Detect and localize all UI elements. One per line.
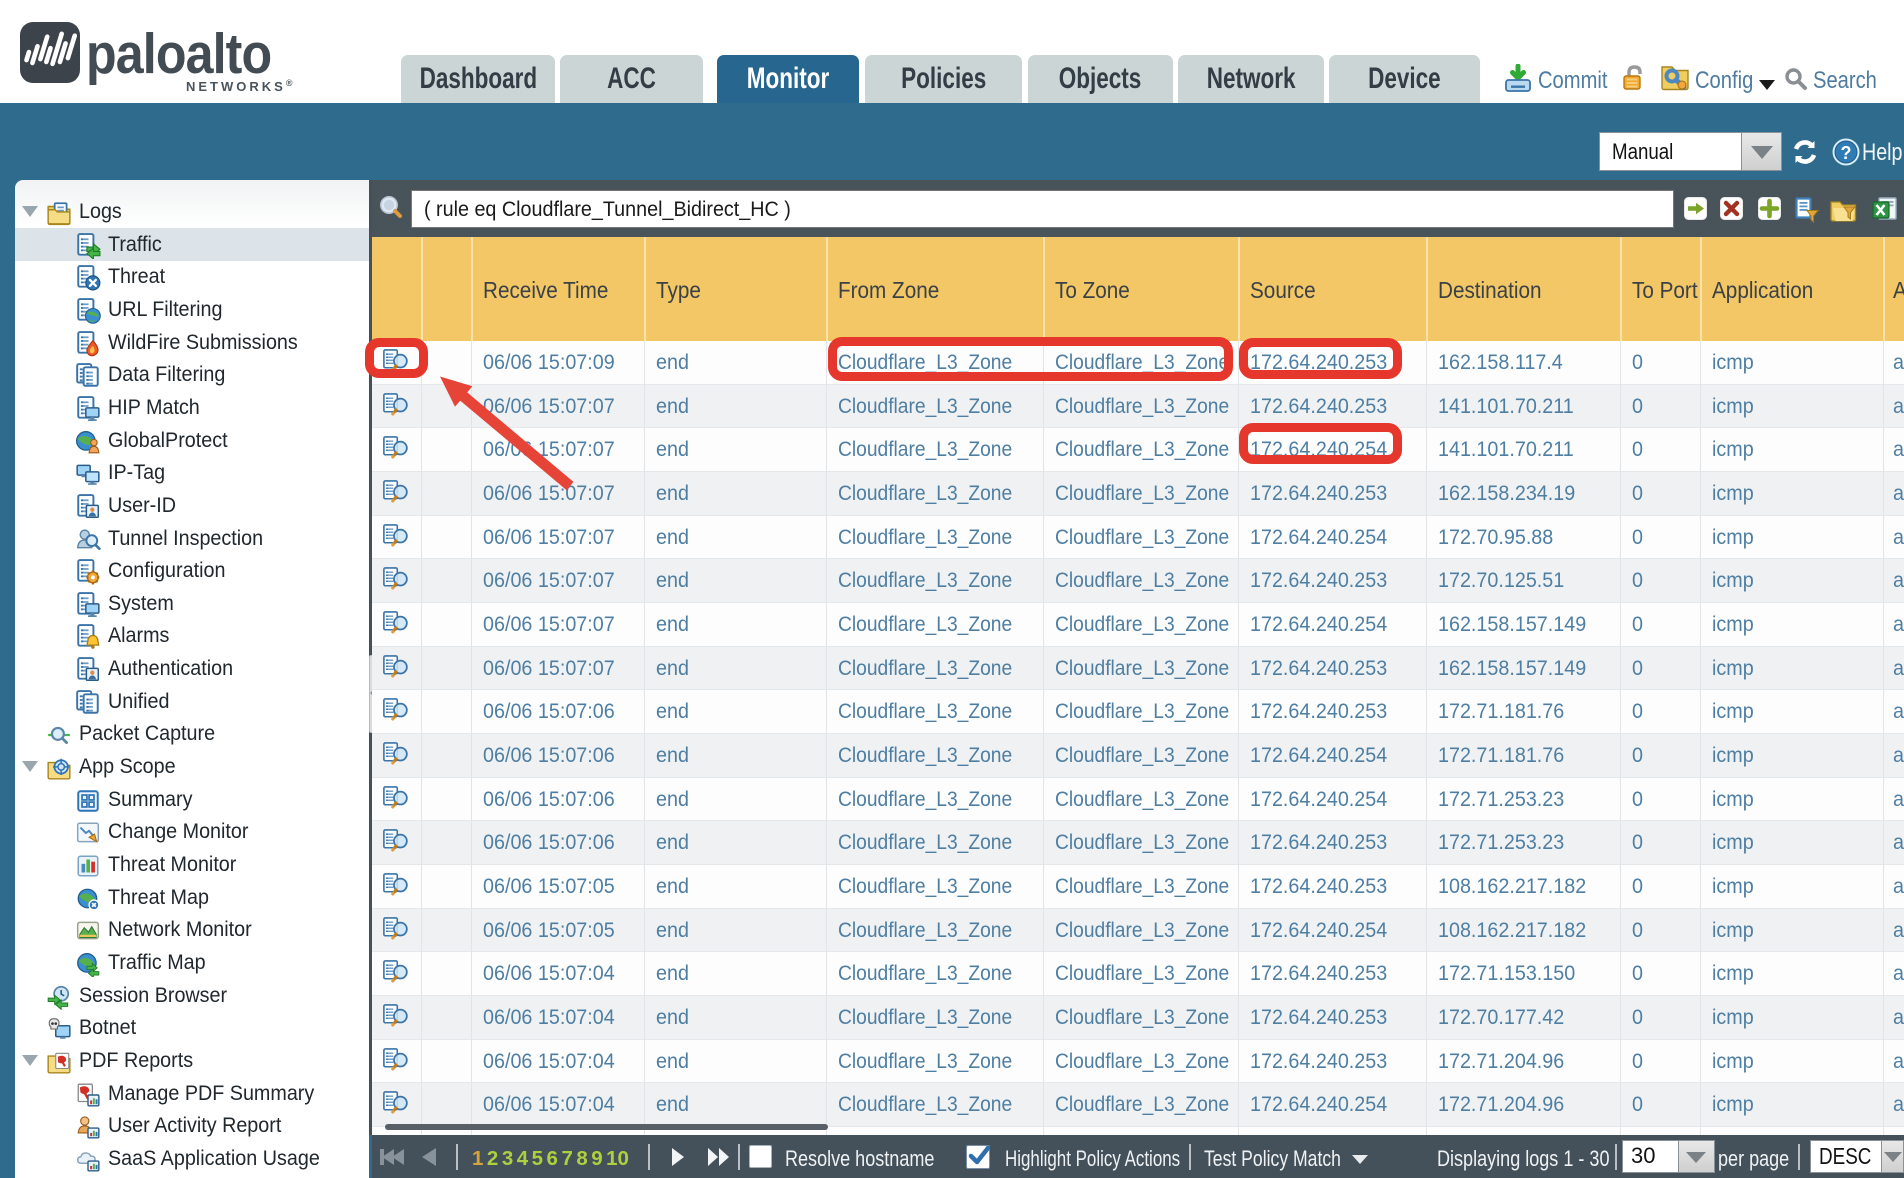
svg-text:?: ?: [1841, 143, 1852, 163]
